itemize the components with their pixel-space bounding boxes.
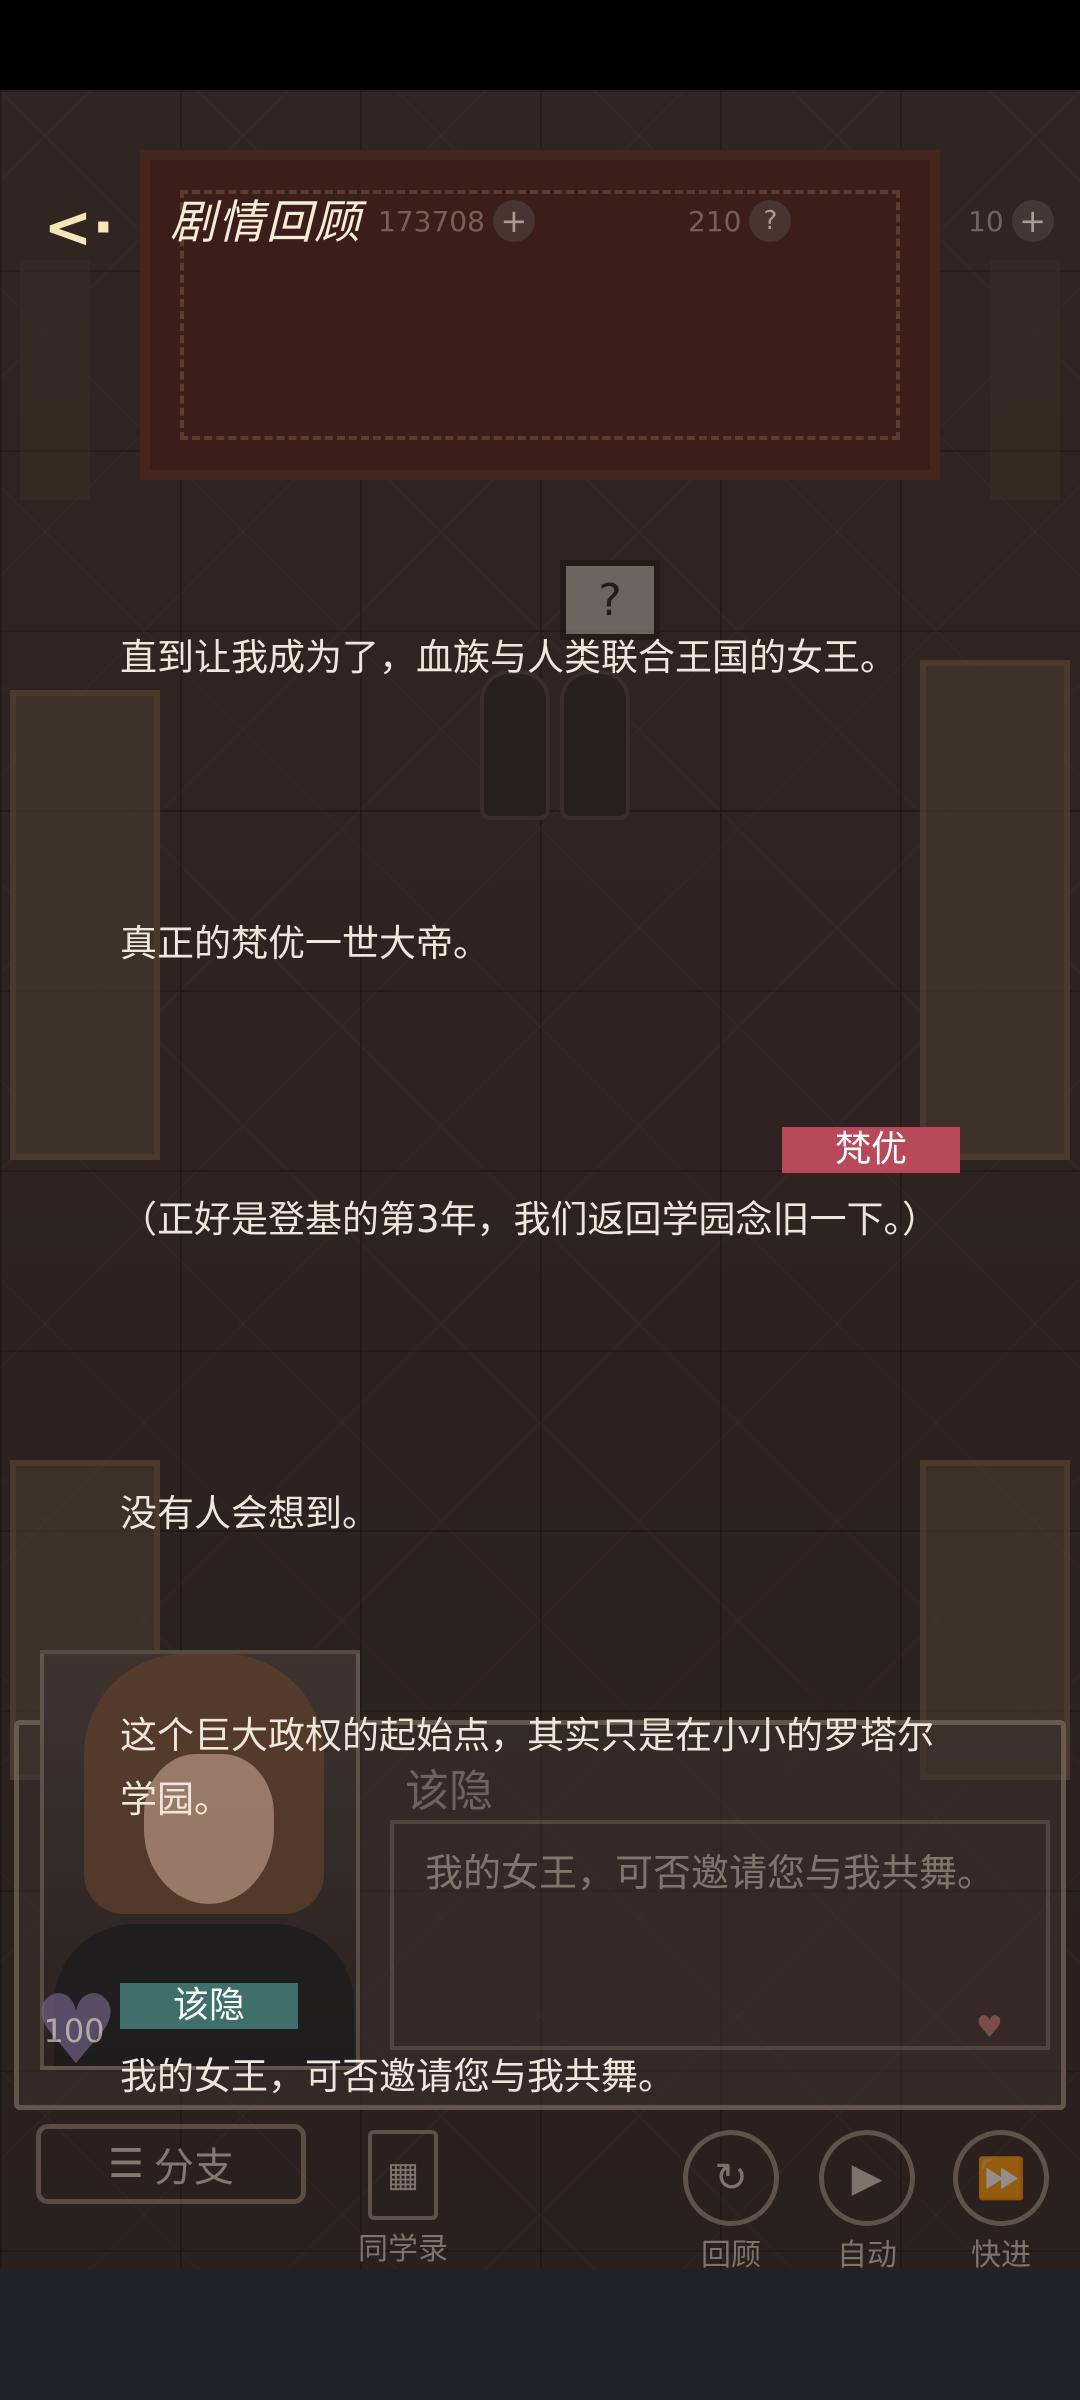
log-entry: 直到让我成为了，血族与人类联合王国的女王。 — [120, 636, 897, 679]
log-entry: 没有人会想到。 — [120, 1492, 379, 1535]
review-button[interactable]: ↻ 回顾 — [676, 2130, 786, 2274]
history-icon: ↻ — [683, 2130, 779, 2226]
small-heart-icon: ♥ — [976, 2010, 1003, 2045]
fast-forward-icon: ⏩ — [953, 2130, 1049, 2226]
book-icon: ▦ — [368, 2130, 438, 2220]
fast-forward-button[interactable]: ⏩ 快进 — [946, 2130, 1056, 2274]
back-icon[interactable]: <· — [34, 192, 124, 262]
dialogue-text: 我的女王，可否邀请您与我共舞。 — [425, 1851, 996, 1895]
review-label: 回顾 — [701, 2238, 761, 2273]
resource-coins: 173708 + — [378, 198, 535, 244]
auto-button[interactable]: ▶ 自动 — [812, 2130, 922, 2274]
add-icon[interactable]: + — [1011, 200, 1054, 242]
page-title: 剧情回顾 — [170, 195, 362, 249]
resource-drinks: 210 ? — [688, 198, 792, 244]
log-entry: 真正的梵优一世大帝。 — [120, 922, 490, 965]
classmates-button[interactable]: ▦ 同学录 — [348, 2130, 458, 2268]
help-icon[interactable]: ? — [749, 200, 792, 242]
system-navigation-bar — [0, 2270, 1080, 2400]
log-entry: （正好是登基的第3年，我们返回学园念旧一下。） — [120, 1198, 940, 1241]
branch-label: 分支 — [153, 2145, 234, 2191]
status-bar — [0, 0, 1080, 90]
log-entry: 这个巨大政权的起始点，其实只是在小小的罗塔尔学园。 — [120, 1714, 934, 1821]
speaker-label-fanyou: 梵优 — [782, 1127, 960, 1173]
branch-button[interactable]: ☰ 分支 — [36, 2124, 306, 2204]
add-icon[interactable]: + — [492, 200, 535, 242]
speaker-label-gaiyin: 该隐 — [120, 1983, 298, 2029]
fast-forward-label: 快进 — [971, 2238, 1031, 2273]
play-icon: ▶ — [819, 2130, 915, 2226]
branch-icon: ☰ — [108, 2141, 144, 2187]
resource-value: 210 — [688, 204, 742, 238]
resource-tickets: 10 + — [968, 198, 1054, 244]
log-entry: 我的女王，可否邀请您与我共舞。 — [120, 2055, 675, 2098]
resource-value: 173708 — [378, 204, 485, 238]
auto-label: 自动 — [837, 2238, 897, 2273]
classmates-label: 同学录 — [358, 2232, 448, 2267]
affection-value: 100 — [43, 2012, 105, 2050]
resource-value: 10 — [968, 204, 1004, 238]
